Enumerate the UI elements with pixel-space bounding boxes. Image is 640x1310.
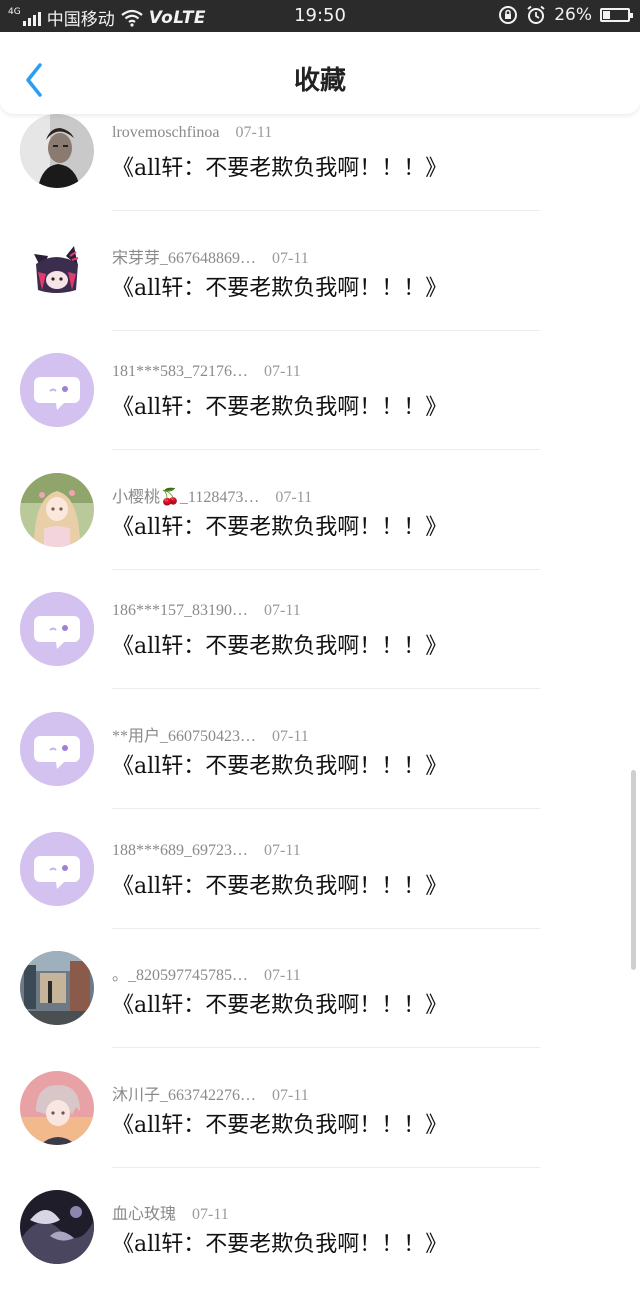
favorite-title[interactable]: 《all轩：不要老欺负我啊！！！》 bbox=[112, 389, 447, 421]
avatar[interactable] bbox=[20, 1190, 94, 1265]
divider bbox=[112, 568, 540, 570]
favorite-title[interactable]: 《all轩：不要老欺负我啊！！！》 bbox=[112, 1226, 447, 1258]
status-right: 26% bbox=[498, 5, 633, 25]
user-name[interactable]: **用户_660750423… bbox=[112, 722, 256, 746]
list-item[interactable]: 小樱桃🍒_1128473… 07-11 《all轩：不要老欺负我啊！！！》 bbox=[0, 472, 640, 593]
list-item[interactable]: 186***157_83190… 07-11 《all轩：不要老欺负我啊！！！》 bbox=[0, 592, 640, 712]
item-meta: 血心玫瑰 07-11 bbox=[112, 1200, 229, 1224]
user-name[interactable]: 186***157_83190… bbox=[112, 602, 248, 620]
avatar[interactable] bbox=[20, 233, 94, 308]
battery-icon bbox=[600, 8, 633, 22]
item-date: 07-11 bbox=[192, 1206, 229, 1224]
avatar[interactable] bbox=[20, 1070, 94, 1145]
user-name[interactable]: lrovemoschfinoa bbox=[112, 124, 220, 142]
item-meta: **用户_660750423… 07-11 bbox=[112, 722, 309, 746]
rotation-lock-icon bbox=[499, 6, 518, 24]
favorite-title[interactable]: 《all轩：不要老欺负我啊！！！》 bbox=[112, 628, 447, 660]
avatar[interactable] bbox=[20, 951, 94, 1026]
avatar[interactable] bbox=[20, 831, 94, 906]
favorite-title[interactable]: 《all轩：不要老欺负我啊！！！》 bbox=[112, 868, 447, 900]
divider bbox=[112, 329, 540, 331]
user-name[interactable]: 。_820597745785… bbox=[112, 961, 248, 985]
item-meta: 188***689_69723… 07-11 bbox=[112, 842, 301, 860]
list-item[interactable]: 沐川子_663742276… 07-11 《all轩：不要老欺负我啊！！！》 bbox=[0, 1070, 640, 1191]
user-name[interactable]: 181***583_72176… bbox=[112, 363, 248, 381]
status-bar: 4G 中国移动 VoLTE 19:50 26% bbox=[0, 0, 640, 32]
list-item[interactable]: 血心玫瑰 07-11 《all轩：不要老欺负我啊！！！》 bbox=[0, 1190, 640, 1310]
item-date: 07-11 bbox=[264, 967, 301, 985]
divider bbox=[112, 927, 540, 929]
divider bbox=[112, 1166, 540, 1168]
scrollbar[interactable] bbox=[631, 770, 636, 970]
item-date: 07-11 bbox=[272, 1086, 309, 1104]
list-item[interactable]: 181***583_72176… 07-11 《all轩：不要老欺负我啊！！！》 bbox=[0, 353, 640, 473]
item-date: 07-11 bbox=[235, 124, 273, 141]
item-meta: 宋芽芽_667648869… 07-11 bbox=[112, 244, 309, 268]
avatar[interactable] bbox=[20, 353, 94, 428]
item-meta: 。_820597745785… 07-11 bbox=[112, 961, 301, 985]
avatar[interactable] bbox=[20, 592, 94, 667]
favorites-list: lrovemoschfinoa 07-11 《all轩：不要老欺负我啊！！！》 宋芽… bbox=[0, 114, 640, 1310]
item-meta: lrovemoschfinoa 07-11 bbox=[112, 124, 272, 142]
header: 收藏 bbox=[0, 32, 640, 114]
alarm-icon bbox=[527, 5, 545, 24]
divider bbox=[112, 449, 540, 451]
divider bbox=[112, 807, 540, 809]
favorite-title[interactable]: 《all轩：不要老欺负我啊！！！》 bbox=[112, 509, 447, 541]
avatar[interactable] bbox=[20, 711, 94, 786]
item-meta: 小樱桃🍒_1128473… 07-11 bbox=[112, 483, 312, 507]
list-item[interactable]: **用户_660750423… 07-11 《all轩：不要老欺负我啊！！！》 bbox=[0, 711, 640, 832]
item-meta: 186***157_83190… 07-11 bbox=[112, 602, 301, 620]
favorite-title[interactable]: 《all轩：不要老欺负我啊！！！》 bbox=[112, 150, 447, 182]
divider bbox=[112, 688, 540, 690]
list-item[interactable]: 188***689_69723… 07-11 《all轩：不要老欺负我啊！！！》 bbox=[0, 831, 640, 952]
list-item[interactable]: 。_820597745785… 07-11 《all轩：不要老欺负我啊！！！》 bbox=[0, 951, 640, 1071]
item-date: 07-11 bbox=[272, 727, 309, 745]
item-date: 07-11 bbox=[264, 841, 301, 859]
user-name[interactable]: 小樱桃🍒_1128473… bbox=[112, 483, 259, 507]
favorite-title[interactable]: 《all轩：不要老欺负我啊！！！》 bbox=[112, 748, 447, 780]
item-date: 07-11 bbox=[264, 363, 301, 381]
favorite-title[interactable]: 《all轩：不要老欺负我啊！！！》 bbox=[112, 987, 447, 1019]
user-name[interactable]: 血心玫瑰 bbox=[112, 1200, 176, 1224]
item-meta: 181***583_72176… 07-11 bbox=[112, 363, 301, 381]
favorite-title[interactable]: 《all轩：不要老欺负我啊！！！》 bbox=[112, 1107, 447, 1139]
user-name[interactable]: 宋芽芽_667648869… bbox=[112, 244, 256, 268]
divider bbox=[112, 1047, 540, 1049]
list-item[interactable]: 宋芽芽_667648869… 07-11 《all轩：不要老欺负我啊！！！》 bbox=[0, 233, 640, 354]
divider bbox=[112, 210, 540, 211]
item-date: 07-11 bbox=[264, 602, 301, 620]
battery-percent: 26% bbox=[554, 5, 592, 25]
list-item[interactable]: lrovemoschfinoa 07-11 《all轩：不要老欺负我啊！！！》 bbox=[0, 114, 640, 234]
item-date: 07-11 bbox=[272, 249, 309, 267]
avatar[interactable] bbox=[20, 114, 94, 188]
avatar[interactable] bbox=[20, 472, 94, 547]
page-title: 收藏 bbox=[293, 66, 346, 96]
user-name[interactable]: 188***689_69723… bbox=[112, 842, 248, 860]
item-date: 07-11 bbox=[275, 488, 313, 506]
user-name[interactable]: 沐川子_663742276… bbox=[112, 1081, 256, 1105]
favorite-title[interactable]: 《all轩：不要老欺负我啊！！！》 bbox=[112, 270, 447, 302]
item-meta: 沐川子_663742276… 07-11 bbox=[112, 1081, 309, 1105]
